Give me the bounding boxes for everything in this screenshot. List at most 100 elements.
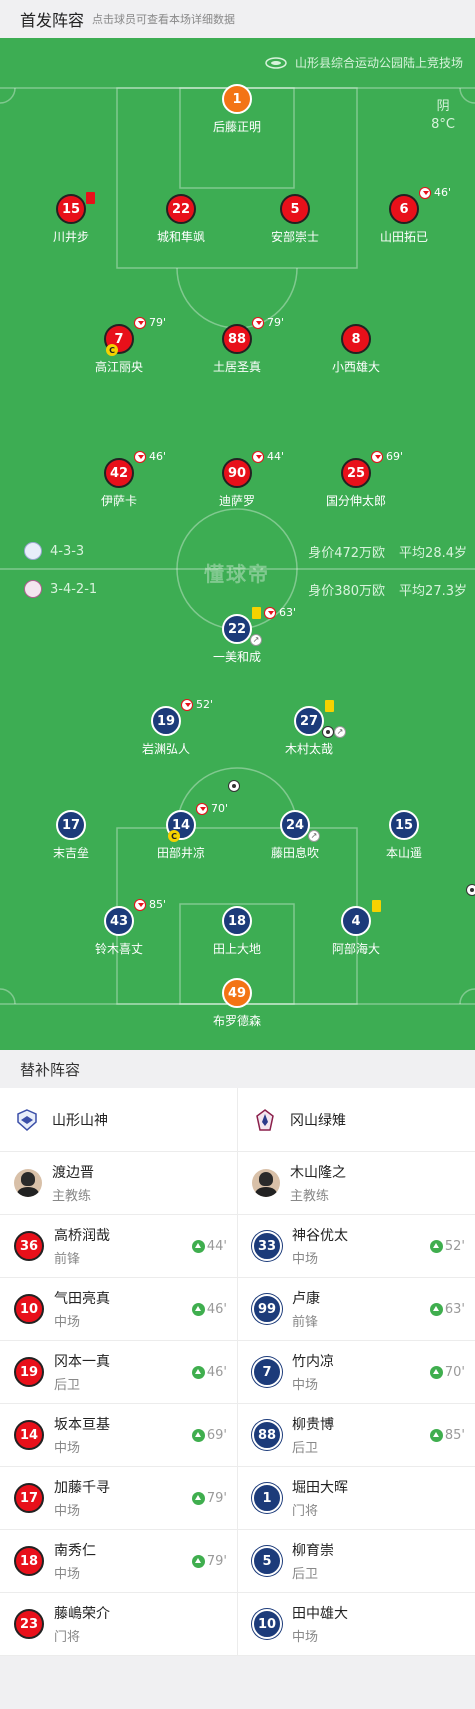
player-number: 43 — [104, 906, 134, 936]
player-home-42[interactable]: 42 伊萨卡 46' — [64, 450, 174, 509]
coach-avatar — [252, 1169, 280, 1197]
sub-row: 23 藤嶋荣介 门将 10 田中雄大 中场 — [0, 1593, 475, 1656]
sub-away[interactable]: 88 柳贵博 后卫 85' — [237, 1404, 475, 1466]
player-name: 后藤正明 — [212, 120, 261, 134]
sub-out-icon — [134, 450, 146, 463]
sub-position: 中场 — [54, 1441, 81, 1456]
coach-avatar — [14, 1169, 42, 1197]
player-name: 山田拓已 — [379, 230, 428, 244]
player-home-15[interactable]: 15 川井步 — [16, 192, 126, 245]
away-team[interactable]: 冈山绿雉 — [237, 1088, 475, 1151]
player-away-4[interactable]: 4 阿部海大 — [301, 900, 411, 957]
player-home-5[interactable]: 5 安部崇士 — [240, 194, 350, 245]
sub-out-icon — [252, 316, 264, 329]
player-home-90[interactable]: 90 迪萨罗 44' — [182, 450, 292, 509]
sub-minute: 79' — [267, 316, 285, 329]
player-number: 49 — [222, 978, 252, 1008]
player-away-24[interactable]: 24 藤田息吹 ↗ — [240, 810, 350, 861]
sub-in-icon — [191, 1492, 205, 1505]
sub-in-minute: 70' — [444, 1365, 465, 1380]
player-home-22[interactable]: 22 城和隼飒 — [126, 194, 236, 245]
away-coach[interactable]: 木山隆之 主教练 — [237, 1152, 475, 1214]
sub-in-minute: 46' — [206, 1302, 227, 1317]
substitution-out: 70' — [196, 802, 228, 815]
home-avg-age: 平均28.4岁 — [399, 546, 467, 561]
substitution-out: 44' — [252, 450, 284, 463]
player-number: 15 — [56, 194, 86, 224]
player-name: 安部崇士 — [270, 230, 319, 244]
sub-number: 10 — [252, 1609, 282, 1639]
sub-out-icon — [181, 698, 193, 711]
montedio-logo-icon — [14, 1107, 40, 1133]
sub-home[interactable]: 18 南秀仁 中场 79' — [0, 1530, 237, 1592]
sub-row: 10 气田亮真 中场 46' 99 卢康 前锋 63' — [0, 1278, 475, 1341]
sub-in-icon — [429, 1240, 443, 1253]
home-team[interactable]: 山形山神 — [0, 1088, 237, 1151]
sub-away[interactable]: 7 竹内凉 中场 70' — [237, 1341, 475, 1403]
sub-home[interactable]: 14 坂本亘基 中场 69' — [0, 1404, 237, 1466]
venue-name: 山形县综合运动公园陆上竞技场 — [294, 56, 463, 70]
sub-home[interactable]: 23 藤嶋荣介 门将 — [0, 1593, 237, 1655]
sub-position: 后卫 — [292, 1441, 319, 1456]
player-name: 城和隼飒 — [156, 230, 205, 244]
sub-away[interactable]: 1 堀田大晖 门将 — [237, 1467, 475, 1529]
sub-home[interactable]: 19 冈本一真 后卫 46' — [0, 1341, 237, 1403]
home-team-logo-icon — [24, 542, 42, 560]
player-number: 18 — [222, 906, 252, 936]
sub-row: 18 南秀仁 中场 79' 5 柳育崇 后卫 — [0, 1530, 475, 1593]
sub-home[interactable]: 10 气田亮真 中场 46' — [0, 1278, 237, 1340]
player-home-88[interactable]: 88 土居圣真 79' — [182, 316, 292, 375]
sub-number: 19 — [14, 1357, 44, 1387]
substitution-out: 79' — [134, 316, 166, 329]
player-name: 末吉垒 — [52, 846, 89, 860]
sub-away[interactable]: 10 田中雄大 中场 — [237, 1593, 475, 1655]
sub-minute: 85' — [149, 898, 167, 911]
sub-position: 中场 — [54, 1504, 81, 1519]
sub-home[interactable]: 17 加藤千寻 中场 79' — [0, 1467, 237, 1529]
sub-in-icon — [191, 1555, 205, 1568]
assist-icon: ↗ — [250, 634, 262, 646]
sub-in: 63' — [429, 1302, 465, 1317]
card-and-sub: 63' — [252, 606, 296, 619]
stadium-icon — [265, 56, 287, 69]
sub-name: 坂本亘基 — [54, 1417, 110, 1433]
goal-icon — [228, 780, 240, 792]
sub-minute: 79' — [149, 316, 167, 329]
sub-minute: 70' — [211, 802, 229, 815]
player-home-8[interactable]: 8 小西雄大 — [301, 324, 411, 375]
subs-list: 山形山神 冈山绿雉 渡边晋 主教练 木山隆之 主教练 36 高桥润哉 前锋 44… — [0, 1088, 475, 1656]
sub-away[interactable]: 33 神谷优太 中场 52' — [237, 1215, 475, 1277]
sub-in: 44' — [191, 1239, 227, 1254]
player-away-15[interactable]: 15 本山遥 — [349, 810, 475, 896]
sub-position: 门将 — [54, 1630, 81, 1645]
sub-in-minute: 46' — [206, 1365, 227, 1380]
home-coach[interactable]: 渡边晋 主教练 — [0, 1152, 237, 1214]
player-home-1[interactable]: 1 后藤正明 — [182, 84, 292, 135]
sub-away[interactable]: 5 柳育崇 后卫 — [237, 1530, 475, 1592]
player-away-19[interactable]: 19 岩渊弘人 52' — [111, 698, 240, 792]
sub-away[interactable]: 99 卢康 前锋 63' — [237, 1278, 475, 1340]
sub-row: 36 高桥润哉 前锋 44' 33 神谷优太 中场 52' — [0, 1215, 475, 1278]
sub-in-icon — [429, 1303, 443, 1316]
player-away-49[interactable]: 49 布罗德森 — [182, 978, 292, 1029]
player-away-22[interactable]: 22 一美和成 63' ↗ — [182, 606, 296, 665]
player-away-27[interactable]: 27 木村太哉 ↗ — [254, 700, 364, 757]
sub-name: 南秀仁 — [54, 1543, 96, 1559]
sub-in-minute: 79' — [206, 1554, 227, 1569]
player-away-43[interactable]: 43 铃木喜丈 85' — [64, 898, 174, 957]
player-away-18[interactable]: 18 田上大地 — [182, 906, 292, 957]
player-home-6[interactable]: 6 山田拓已 46' — [349, 186, 459, 245]
sub-name: 藤嶋荣介 — [54, 1606, 110, 1622]
sub-in-icon — [429, 1429, 443, 1442]
player-home-25[interactable]: 25 国分伸太郎 69' — [301, 450, 411, 509]
sub-home[interactable]: 36 高桥润哉 前锋 44' — [0, 1215, 237, 1277]
player-away-14[interactable]: 14 田部井凉 70' C — [126, 802, 236, 861]
sub-out-icon — [134, 316, 146, 329]
sub-position: 前锋 — [292, 1315, 319, 1330]
player-home-7[interactable]: 7 高江丽央 79' C — [64, 316, 174, 375]
sub-in-minute: 69' — [206, 1428, 227, 1443]
sub-out-icon — [196, 802, 208, 815]
player-name: 伊萨卡 — [100, 494, 137, 508]
player-number: 19 — [151, 706, 181, 736]
player-away-17[interactable]: 17 末吉垒 — [16, 810, 126, 861]
